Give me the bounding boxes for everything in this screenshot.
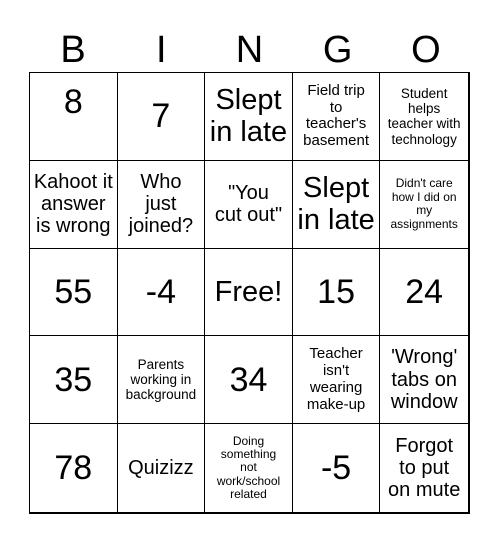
header-letter-o: O bbox=[411, 29, 441, 71]
bingo-cell[interactable]: Quizizz bbox=[118, 424, 206, 512]
bingo-cell[interactable]: 78 bbox=[30, 424, 118, 512]
bingo-cell[interactable]: Slept in late bbox=[292, 160, 381, 249]
header-letter-g: G bbox=[322, 29, 353, 71]
bingo-board: 8 7 Slept in late Field trip to teacher'… bbox=[29, 72, 470, 514]
bingo-cell[interactable]: -4 bbox=[117, 248, 206, 337]
bingo-cell[interactable]: Who just joined? bbox=[117, 160, 206, 249]
header-letter-n: N bbox=[235, 29, 264, 71]
bingo-cell[interactable]: Field trip to teacher's basement bbox=[292, 73, 381, 161]
bingo-cell[interactable]: 34 bbox=[205, 336, 293, 425]
bingo-cell[interactable]: 24 bbox=[380, 249, 468, 337]
bingo-cell[interactable]: Forgot to put on mute bbox=[380, 424, 468, 512]
bingo-cell[interactable]: Didn't care how I did on my assignments bbox=[380, 161, 468, 249]
bingo-cell[interactable]: 7 bbox=[117, 73, 206, 161]
bingo-cell[interactable]: Student helps teacher with technology bbox=[380, 73, 468, 161]
bingo-cell[interactable]: Doing something not work/school related bbox=[205, 424, 293, 512]
bingo-cell[interactable]: Slept in late bbox=[205, 73, 293, 161]
bingo-cell[interactable]: -5 bbox=[293, 424, 381, 512]
bingo-cell[interactable]: 15 bbox=[292, 248, 381, 337]
bingo-cell[interactable]: "You cut out" bbox=[205, 160, 293, 249]
bingo-header: B I N G O bbox=[29, 28, 470, 72]
header-letter-i: I bbox=[156, 29, 167, 71]
header-letter-b: B bbox=[60, 29, 86, 71]
bingo-cell[interactable]: 55 bbox=[30, 248, 118, 337]
bingo-cell[interactable]: 8 bbox=[30, 73, 118, 161]
free-space-cell[interactable]: Free! bbox=[205, 248, 293, 337]
bingo-cell[interactable]: Parents working in background bbox=[117, 336, 206, 425]
bingo-cell[interactable]: Kahoot it answer is wrong bbox=[30, 160, 118, 249]
bingo-cell[interactable]: Teacher isn't wearing make-up bbox=[292, 336, 381, 425]
bingo-cell[interactable]: 'Wrong' tabs on window bbox=[380, 336, 468, 425]
bingo-cell[interactable]: 35 bbox=[30, 336, 118, 425]
